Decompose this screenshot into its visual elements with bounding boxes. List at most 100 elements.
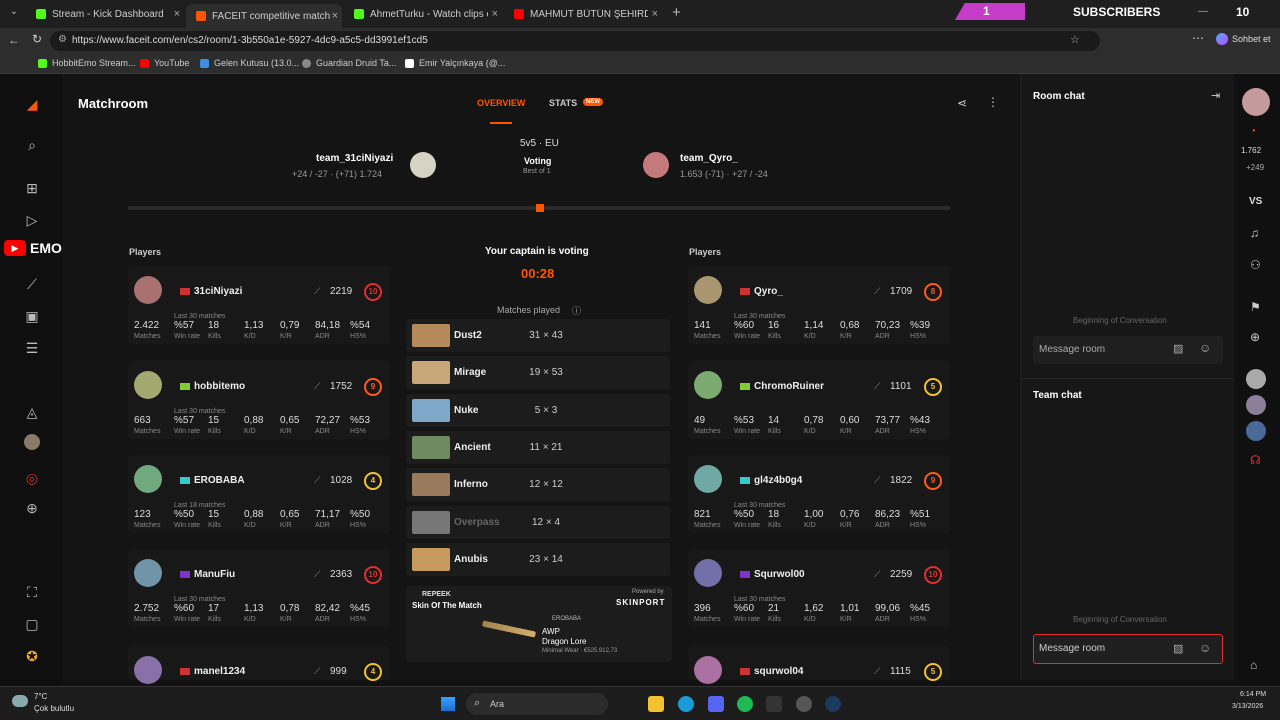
player-avatar[interactable] — [134, 559, 162, 587]
player-card[interactable]: 31ciNiyazi ⟋ 2219 10 Last 30 matches 2.422 Mat… — [128, 266, 390, 344]
browser-tab[interactable]: AhmetTurku - Watch clips on Kick × — [344, 4, 502, 24]
player-name[interactable]: Qyro_ — [740, 286, 783, 297]
friends-icon[interactable]: ⚇ — [1250, 258, 1261, 272]
headset-icon[interactable]: ☊ — [1250, 453, 1261, 467]
terminal-icon[interactable] — [766, 696, 782, 712]
map-row[interactable]: Ancient 11 × 21 — [406, 430, 670, 464]
site-info-icon[interactable]: ⚙ — [58, 34, 67, 45]
player-name[interactable]: hobbitemo — [180, 381, 245, 392]
play-icon[interactable]: ▷ — [22, 210, 42, 230]
search-icon[interactable]: ⌕ — [22, 135, 42, 155]
map-row[interactable]: Nuke 5 × 3 — [406, 393, 670, 427]
team-message-input[interactable]: Message room ▨ ☺ — [1033, 634, 1223, 664]
team-right-name[interactable]: team_Qyro_ — [680, 153, 738, 164]
player-card[interactable]: Qyro_ ⟋ 1709 8 Last 30 matches 141 Matches %60 W… — [688, 266, 950, 344]
map-row[interactable]: Mirage 19 × 53 — [406, 356, 670, 390]
back-icon[interactable]: ← — [8, 33, 20, 47]
info-icon[interactable]: ⓘ — [572, 304, 581, 317]
player-avatar[interactable] — [134, 656, 162, 684]
shop-icon[interactable]: ▢ — [22, 614, 42, 634]
chat-button[interactable]: Sohbet et — [1216, 33, 1271, 45]
player-card[interactable]: ChromoRuiner ⟋ 1101 5 49 Matches %53 Win rate 14… — [688, 361, 950, 439]
party-icon[interactable]: ⚑ — [1250, 300, 1261, 314]
add-icon[interactable]: ⊕ — [22, 498, 42, 518]
friend-avatar-2[interactable] — [1246, 395, 1266, 415]
room-message-input[interactable]: Message room ▨ ☺ — [1033, 336, 1223, 364]
spotify-icon[interactable] — [737, 696, 753, 712]
bookmark-5[interactable]: Emir Yalçınkaya (@... — [405, 58, 505, 68]
player-avatar[interactable] — [694, 656, 722, 684]
player-name[interactable]: ChromoRuiner — [740, 381, 824, 392]
player-avatar[interactable] — [694, 559, 722, 587]
vs-icon[interactable]: VS — [1249, 196, 1262, 207]
url-field[interactable]: ⚙ https://www.faceit.com/en/cs2/room/1-3… — [50, 31, 1100, 51]
player-avatar[interactable] — [694, 371, 722, 399]
player-card[interactable]: manel1234 ⟋ 999 4 — [128, 646, 390, 684]
player-card[interactable]: Squrwol00 ⟋ 2259 10 Last 30 matches 396 Matche… — [688, 549, 950, 627]
player-name[interactable]: gl4z4b0g4 — [740, 475, 802, 486]
bookmark-3[interactable]: Gelen Kutusu (13.0... — [200, 58, 299, 68]
player-name[interactable]: Squrwol00 — [740, 569, 805, 580]
user-avatar-icon[interactable] — [22, 434, 42, 454]
map-row[interactable]: Inferno 12 × 12 — [406, 468, 670, 502]
friend-avatar-3[interactable] — [1246, 421, 1266, 441]
team-right-avatar[interactable] — [643, 152, 669, 178]
tab-overview[interactable]: OVERVIEW — [477, 98, 525, 108]
browser-tab[interactable]: Stream - Kick Dashboard × — [26, 4, 184, 24]
bookmark-2[interactable]: YouTube — [140, 58, 189, 68]
stats-icon[interactable]: ⟋ — [22, 274, 42, 294]
weather-icon[interactable] — [12, 695, 28, 707]
notifications-icon[interactable]: ♫ — [1250, 226, 1259, 240]
bell-icon[interactable]: ◬ — [22, 402, 42, 422]
bookmark-1[interactable]: HobbitEmo Stream... — [38, 58, 136, 68]
windows-start-icon[interactable] — [441, 697, 455, 711]
reload-icon[interactable]: ↻ — [32, 32, 42, 46]
faceit-logo-icon[interactable]: ◢ — [22, 94, 42, 114]
friend-avatar-1[interactable] — [1246, 369, 1266, 389]
player-name[interactable]: 31ciNiyazi — [180, 286, 242, 297]
fullscreen-icon[interactable]: ⛶ — [22, 582, 42, 602]
player-name[interactable]: EROBABA — [180, 475, 245, 486]
steam-icon[interactable] — [825, 696, 841, 712]
new-tab-button[interactable]: + — [672, 4, 681, 21]
player-name[interactable]: ManuFiu — [180, 569, 235, 580]
file-explorer-icon[interactable] — [648, 696, 664, 712]
taskbar-search[interactable]: ⌕ Ara — [466, 693, 608, 715]
list-icon[interactable]: ☰ — [22, 338, 42, 358]
player-card[interactable]: EROBABA ⟋ 1028 4 Last 18 matches 123 Matches %5… — [128, 455, 390, 533]
tab-list-icon[interactable]: ⌄ — [6, 6, 22, 22]
discord-icon[interactable] — [708, 696, 724, 712]
browser-tab[interactable]: MAHMUT BÜTÜN ŞEHİRDE KAOS × — [504, 4, 662, 24]
favorite-icon[interactable]: ☆ — [1070, 33, 1080, 46]
video-icon[interactable]: ▣ — [22, 306, 42, 326]
browser-tab[interactable]: FACEIT competitive match - FACEIT× — [186, 4, 342, 28]
map-row[interactable]: Anubis 23 × 14 — [406, 542, 670, 576]
player-avatar[interactable] — [134, 465, 162, 493]
player-avatar[interactable] — [694, 465, 722, 493]
edge-icon[interactable] — [678, 696, 694, 712]
player-name[interactable]: squrwol04 — [740, 666, 803, 677]
emoji-icon[interactable]: ☺ — [1199, 341, 1211, 355]
tab-stats[interactable]: STATS — [549, 98, 577, 108]
share-icon[interactable]: ⋖ — [957, 96, 967, 110]
close-tab-icon[interactable]: × — [492, 8, 498, 20]
map-row[interactable]: Dust2 31 × 43 — [406, 319, 670, 352]
image-icon[interactable]: ▨ — [1173, 642, 1183, 655]
add-friend-icon[interactable]: ⊕ — [1250, 330, 1260, 344]
obs-icon[interactable] — [796, 696, 812, 712]
emoji-icon[interactable]: ☺ — [1199, 641, 1211, 655]
player-avatar[interactable] — [694, 276, 722, 304]
player-card[interactable]: ManuFiu ⟋ 2363 10 Last 30 matches 2.752 Matche… — [128, 549, 390, 627]
find-match-icon[interactable]: ⊞ — [22, 178, 42, 198]
profile-avatar[interactable] — [1242, 88, 1270, 116]
player-name[interactable]: manel1234 — [180, 666, 245, 677]
bookmark-4[interactable]: Guardian Druid Ta... — [302, 58, 396, 68]
close-tab-icon[interactable]: × — [174, 8, 180, 20]
close-tab-icon[interactable]: × — [652, 8, 658, 20]
player-avatar[interactable] — [134, 371, 162, 399]
player-card[interactable]: gl4z4b0g4 ⟋ 1822 9 Last 30 matches 821 Matches… — [688, 455, 950, 533]
skin-of-match-card[interactable]: REPEEK Skin Of The Match Powered by SKIN… — [406, 586, 672, 662]
map-row[interactable]: Overpass 12 × 4 — [406, 505, 670, 539]
player-avatar[interactable] — [134, 276, 162, 304]
kebab-menu-icon[interactable]: ⋮ — [987, 95, 999, 109]
